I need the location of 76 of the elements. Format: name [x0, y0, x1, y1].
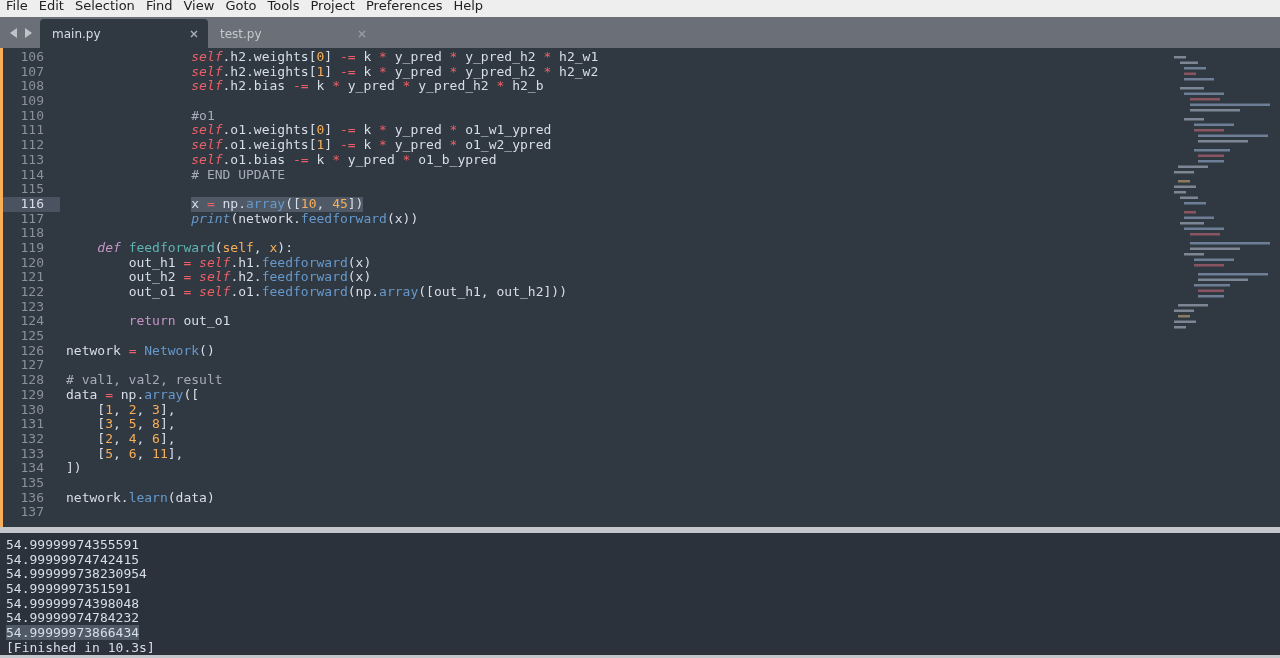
code-line: self.o1.weights[0] -= k * y_pred * o1_w1_ypred: [191, 123, 552, 139]
close-icon[interactable]: [190, 29, 198, 38]
line-number: 124: [19, 314, 45, 330]
output-line: 54.99999974355591: [6, 537, 140, 552]
line-number: 114: [19, 167, 45, 183]
output-line: 54.9999997351591: [6, 581, 132, 597]
line-number: 135: [19, 475, 45, 491]
code-line: network = Network(): [66, 343, 215, 359]
line-number: 119: [19, 240, 45, 256]
menu-item[interactable]: Tools: [267, 0, 311, 14]
line-number: 131: [19, 417, 45, 432]
right-arrow-icon[interactable]: [24, 27, 32, 38]
line-number: 121: [19, 270, 45, 285]
code-line: out_o1 = self.o1.feedforward(np.array([out_h1, out_h2])): [128, 285, 567, 300]
code-line: self.h2.weights[1] -= k * y_pred * y_pred_h2 * h2_w2: [191, 64, 599, 80]
line-number: 107: [19, 64, 45, 80]
line-number: 120: [19, 255, 45, 271]
line-number: 115: [19, 182, 45, 197]
code-line: print(network.feedforward(x)): [191, 211, 419, 227]
left-arrow-icon[interactable]: [10, 27, 18, 38]
line-number: 117: [19, 211, 45, 227]
line-number: 118: [19, 226, 45, 241]
code-line: # val1, val2, result: [66, 373, 223, 388]
line-number: 137: [19, 505, 45, 520]
line-number: 123: [19, 299, 45, 315]
menu-item[interactable]: Selection: [74, 0, 146, 14]
menu-item[interactable]: Project: [310, 0, 366, 14]
line-number: 125: [19, 329, 45, 344]
code-line: network.learn(data): [66, 490, 215, 506]
output-line: 54.999999738230954: [6, 566, 147, 582]
line-number: 129: [19, 387, 45, 403]
code-line: out_h2 = self.h2.feedforward(x): [128, 270, 372, 285]
line-number: 127: [19, 358, 45, 374]
line-number: 106: [19, 50, 45, 65]
code-line: self.h2.weights[0] -= k * y_pred * y_pred_h2 * h2_w1: [191, 50, 599, 65]
menu-item[interactable]: File: [6, 0, 39, 14]
output-line: 54.99999974742415: [6, 551, 140, 567]
output-line: 54.99999974784232: [6, 610, 140, 626]
code-line: out_h1 = self.h1.feedforward(x): [128, 255, 372, 271]
line-number: 134: [19, 461, 45, 476]
menu-item[interactable]: Help: [453, 0, 495, 14]
line-number: 112: [19, 138, 45, 153]
line-number: 122: [19, 285, 45, 300]
line-number: 109: [19, 94, 45, 109]
code-line: def feedforward(self, x):: [97, 240, 293, 256]
code-line: #o1: [191, 108, 215, 124]
code-line: [3, 5, 8],: [97, 417, 176, 432]
line-number: 132: [19, 431, 45, 447]
code-line: ]): [66, 461, 82, 476]
code-line: return out_o1: [128, 314, 231, 330]
line-number: 126: [19, 343, 45, 359]
code-line: self.o1.bias -= k * y_pred * o1_b_ypred: [191, 152, 497, 168]
code-line: self.o1.weights[1] -= k * y_pred * o1_w2_ypred: [191, 138, 552, 153]
output-line: [Finished in 10.3s]: [6, 639, 155, 655]
code-line: self.h2.bias -= k * y_pred * y_pred_h2 * h2_b: [191, 79, 544, 95]
line-number: 116: [3, 196, 60, 212]
code-line: data = np.array([: [66, 387, 200, 403]
menu-item[interactable]: Preferences: [365, 0, 454, 14]
line-number: 136: [19, 490, 45, 506]
line-number: 133: [19, 446, 45, 462]
menu-item[interactable]: Goto: [225, 0, 268, 14]
line-number: 110: [19, 108, 45, 124]
code-line: # END UPDATE: [191, 167, 286, 183]
line-number: 128: [19, 373, 45, 388]
menu-item[interactable]: View: [183, 0, 226, 14]
output-line: 54.99999974398048: [6, 595, 140, 611]
line-number: 111: [19, 123, 45, 139]
menu-item[interactable]: Find: [145, 0, 184, 14]
code-line: [2, 4, 6],: [97, 431, 176, 447]
code-line: [5, 6, 11],: [97, 446, 184, 462]
tab[interactable]: main.py: [40, 19, 208, 48]
line-number: 108: [19, 79, 45, 95]
menu-item[interactable]: Edit: [38, 0, 75, 14]
line-number: 113: [19, 152, 45, 168]
code-line: [1, 2, 3],: [97, 402, 176, 418]
line-number: 130: [19, 402, 45, 418]
